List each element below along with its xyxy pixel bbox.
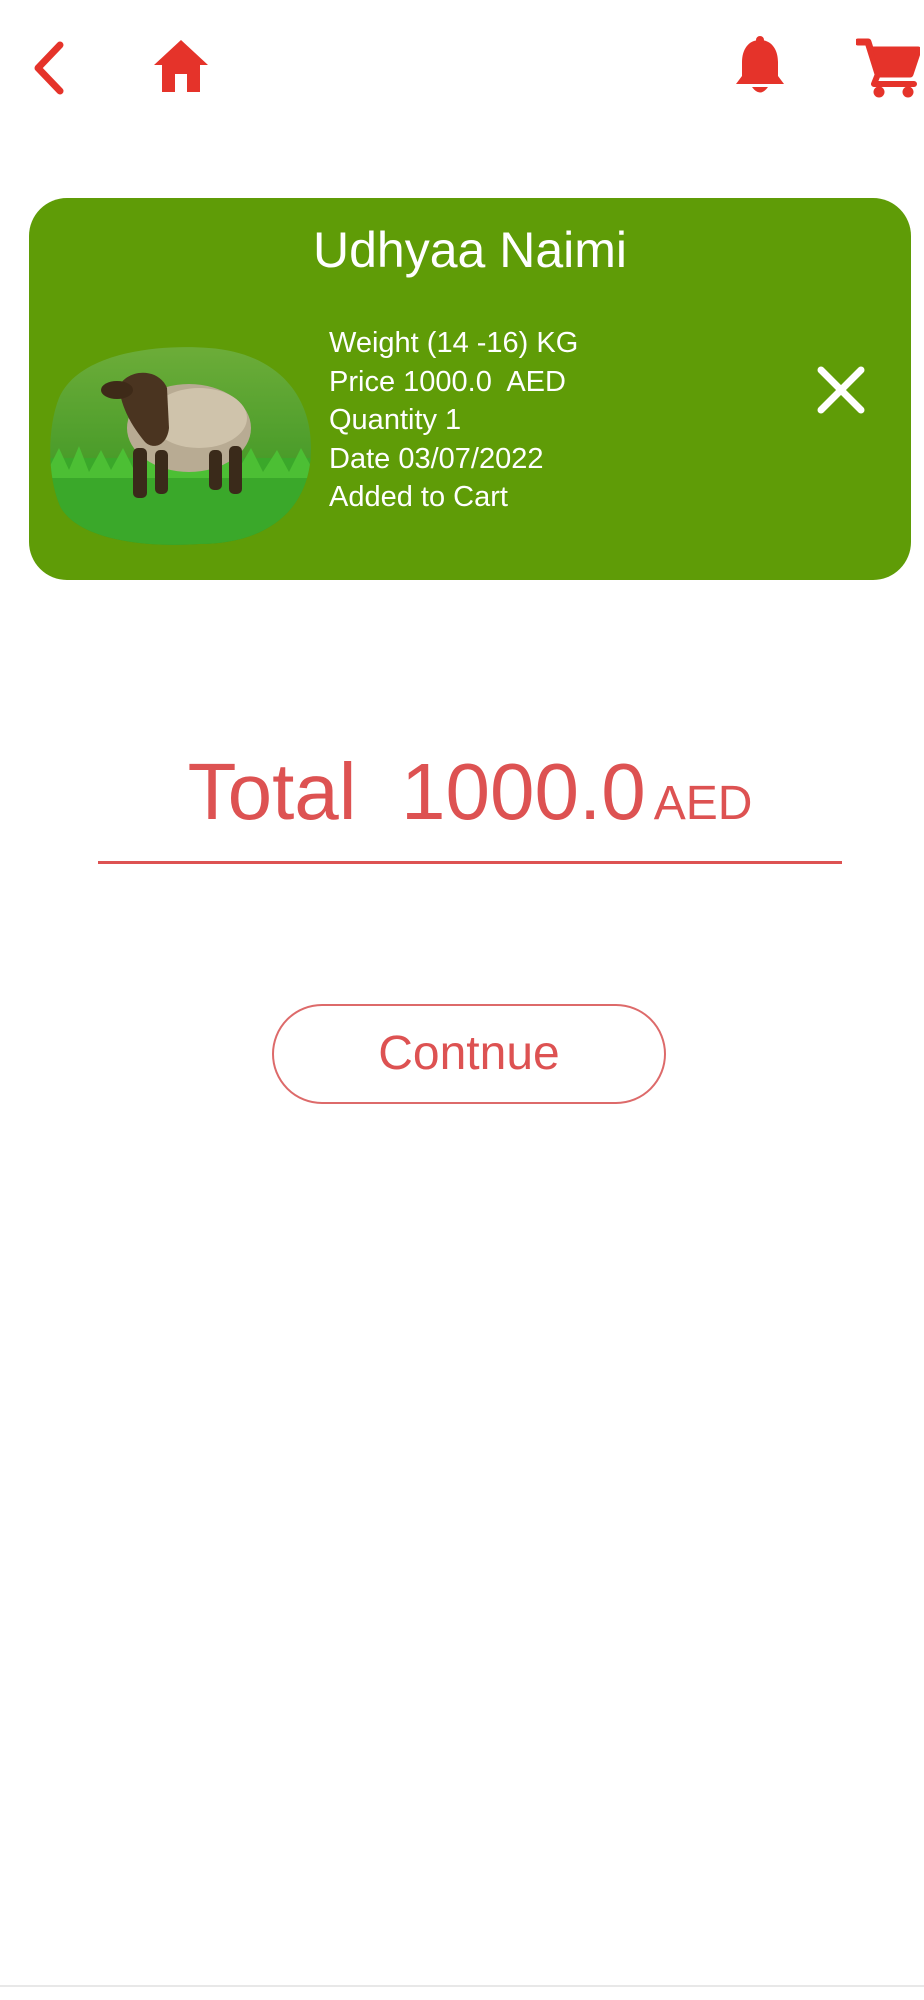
continue-button[interactable]: Contnue (272, 1004, 666, 1104)
top-app-bar (0, 0, 924, 140)
cart-icon[interactable] (854, 36, 922, 98)
product-image (49, 338, 313, 548)
item-date: Date 03/07/2022 (329, 442, 544, 475)
item-price: Price 1000.0 AED (329, 365, 566, 398)
item-status: Added to Cart (329, 481, 508, 513)
back-icon[interactable] (28, 40, 72, 96)
item-details: Weight (14 -16) KG Price 1000.0 AED Quan… (329, 324, 578, 517)
home-icon[interactable] (152, 38, 210, 94)
item-weight: Weight (14 -16) KG (329, 327, 579, 359)
total-amount: Total 1000.0 (187, 747, 646, 836)
cart-item-card[interactable]: Udhyaa Naimi Weight (14 -16) KG Price 10… (29, 198, 911, 580)
close-icon[interactable] (815, 364, 867, 416)
bottom-divider (0, 1985, 924, 1987)
total-currency: AED (653, 777, 753, 830)
notifications-icon[interactable] (734, 36, 786, 98)
item-quantity: Quantity 1 (329, 404, 462, 436)
order-total: Total 1000.0 AED (98, 742, 842, 862)
product-title: Udhyaa Naimi (312, 222, 627, 278)
total-divider (98, 861, 842, 864)
